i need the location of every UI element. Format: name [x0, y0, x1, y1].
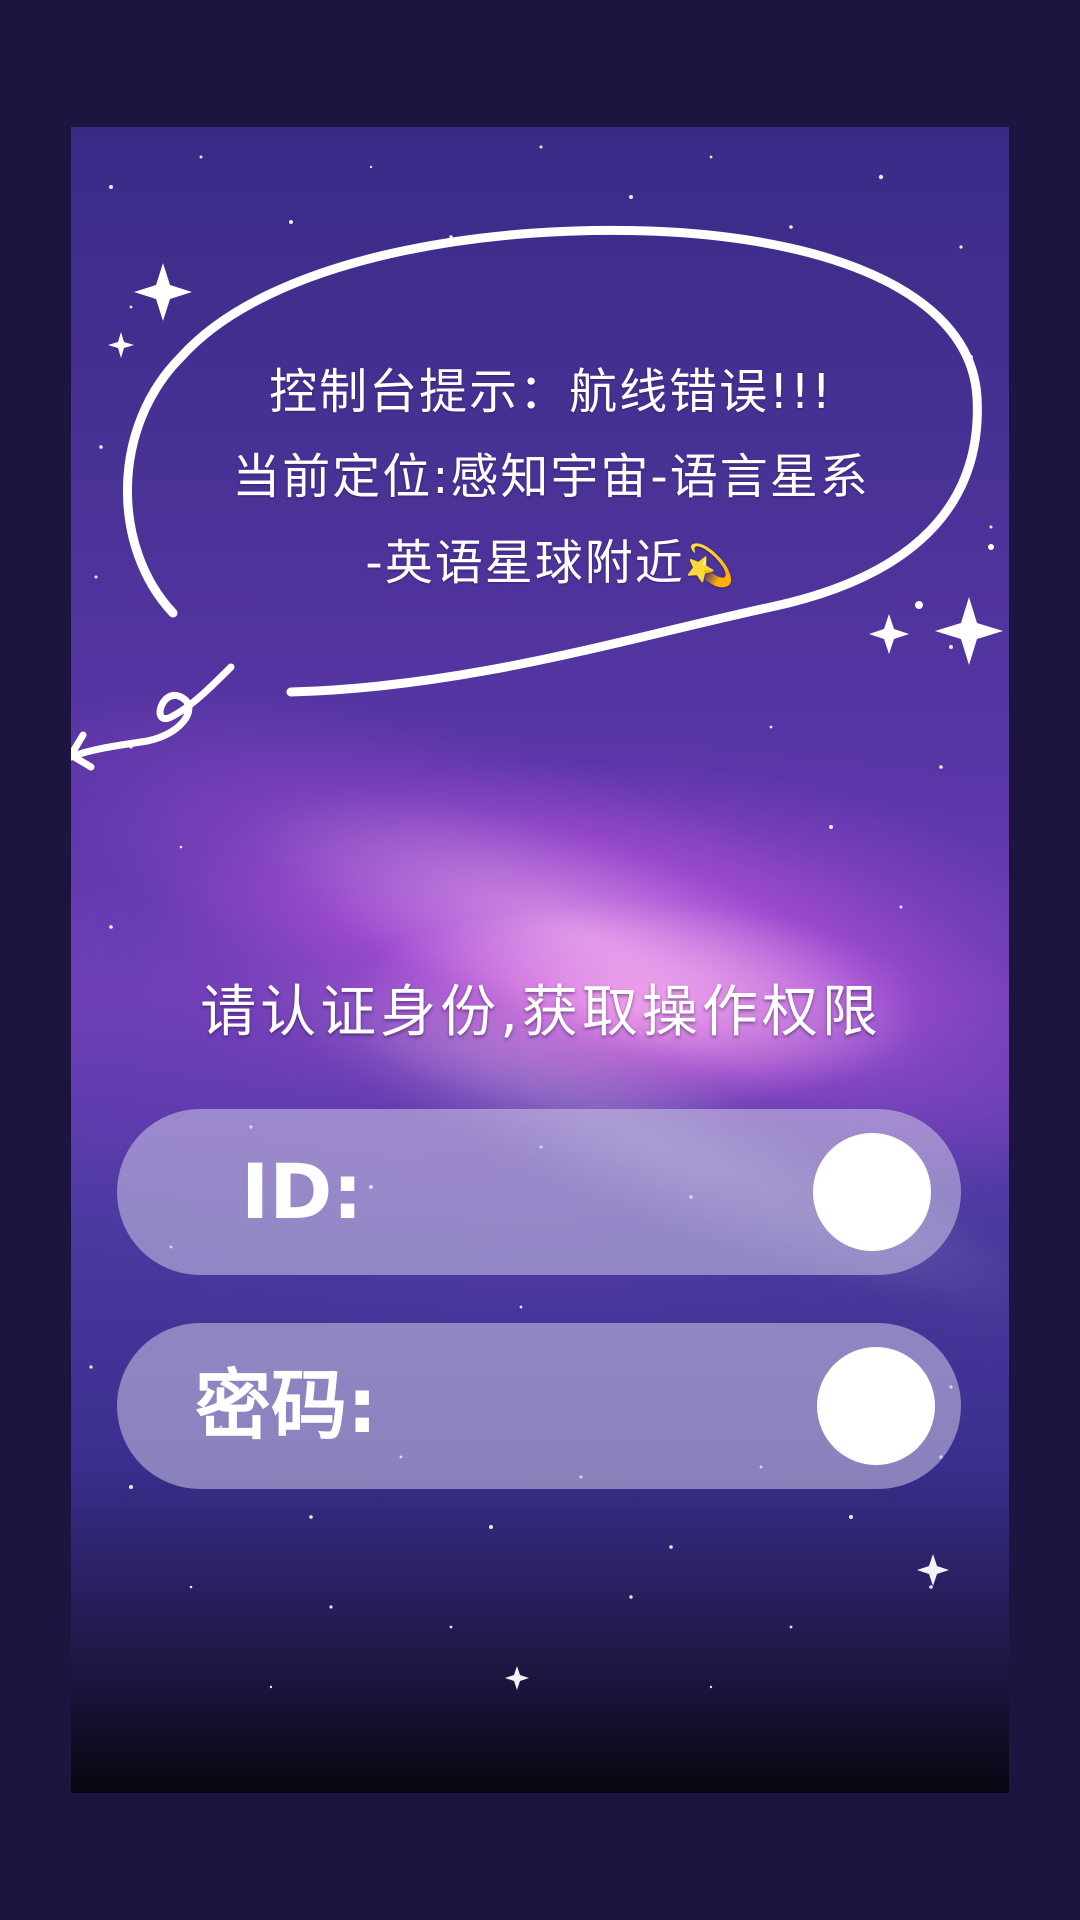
- id-field[interactable]: ID:: [117, 1109, 961, 1275]
- password-label: 密码:: [195, 1361, 378, 1450]
- sparkle-icon: [869, 614, 909, 654]
- sparkle-icon: [134, 263, 192, 321]
- auth-prompt: 请认证身份,获取操作权限: [200, 980, 882, 1045]
- console-line-2: 当前定位:感知宇宙-语言星系: [232, 449, 870, 505]
- console-line-3-text: -英语星球附近: [365, 535, 685, 591]
- id-label: ID:: [241, 1147, 363, 1236]
- sparkle-icon: [935, 597, 1003, 665]
- console-line-1: 控制台提示：航线错误!!!: [269, 364, 833, 420]
- sparkle-icon: [108, 332, 134, 358]
- password-toggle-knob[interactable]: [817, 1347, 935, 1465]
- id-toggle-knob[interactable]: [813, 1133, 931, 1251]
- dizzy-star-icon: 💫: [684, 543, 737, 589]
- console-line-3: -英语星球附近💫: [181, 523, 921, 593]
- space-background-frame: 控制台提示：航线错误!!! 当前定位:感知宇宙-语言星系 -英语星球附近💫 请认…: [71, 127, 1009, 1793]
- password-field[interactable]: 密码:: [117, 1323, 961, 1489]
